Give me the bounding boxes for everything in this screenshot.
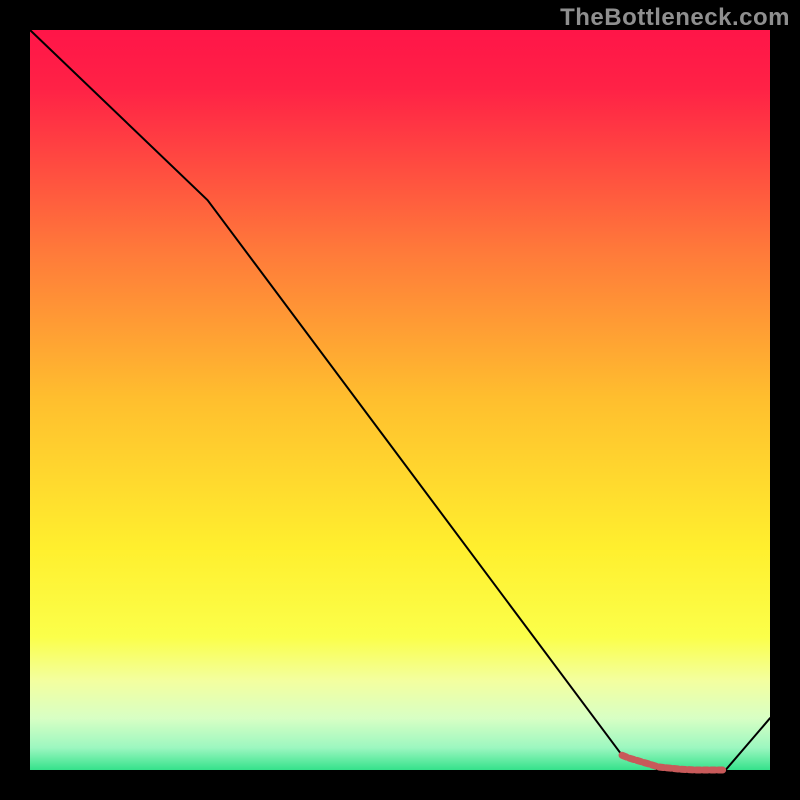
marker-dash: [652, 765, 656, 766]
bottleneck-chart: [0, 0, 800, 800]
marker-dash: [637, 760, 641, 761]
watermark-text: TheBottleneck.com: [560, 4, 790, 32]
marker-dash: [644, 763, 648, 764]
chart-container: { "watermark": "TheBottleneck.com", "cha…: [0, 0, 800, 800]
marker-dash: [674, 769, 678, 770]
plot-background: [30, 30, 770, 770]
marker-dash: [629, 758, 633, 759]
marker-dash: [622, 755, 626, 757]
marker-dash: [659, 767, 663, 768]
